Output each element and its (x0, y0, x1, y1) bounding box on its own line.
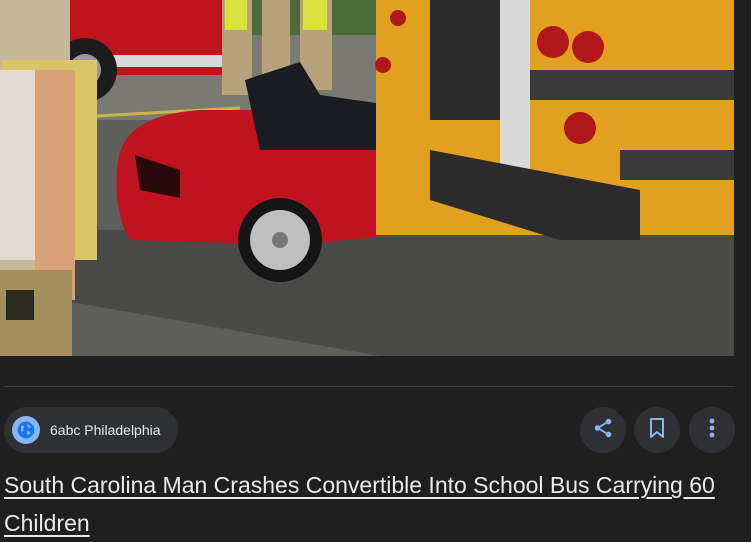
article-image[interactable] (0, 0, 734, 356)
save-button[interactable] (634, 407, 680, 453)
divider (4, 386, 735, 387)
share-icon (592, 417, 614, 444)
more-vert-icon (709, 418, 715, 443)
bookmark-icon (647, 417, 667, 444)
scrollbar[interactable] (738, 0, 751, 542)
globe-icon (12, 416, 40, 444)
source-chip[interactable]: 6abc Philadelphia (4, 407, 178, 453)
more-options-button[interactable] (689, 407, 735, 453)
source-name: 6abc Philadelphia (50, 422, 161, 438)
share-button[interactable] (580, 407, 626, 453)
article-title-link[interactable]: South Carolina Man Crashes Convertible I… (4, 466, 744, 542)
